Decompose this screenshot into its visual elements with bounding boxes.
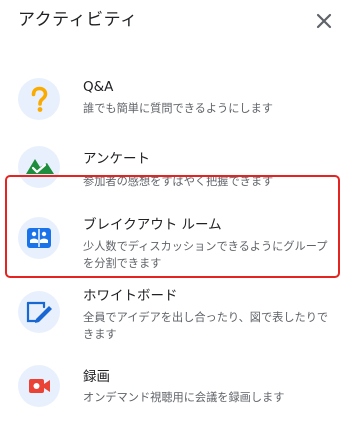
activity-recording[interactable]: 録画 オンデマンド視聴用に会議を録画します (0, 360, 349, 414)
activity-title: ブレイクアウト ルーム (83, 217, 222, 233)
activity-breakout-rooms[interactable]: ブレイクアウト ルーム 少人数でディスカッションできるようにグループを分割できま… (0, 178, 349, 276)
activity-title: アンケート (83, 151, 150, 167)
activity-icon-circle (18, 291, 60, 333)
activity-title: 録画 (83, 369, 110, 385)
record-icon (29, 379, 50, 393)
activity-whiteboard[interactable]: ホワイトボード 全員でアイデアを出し合ったり、図で表したりできます (0, 284, 349, 348)
close-button[interactable] (314, 11, 334, 31)
whiteboard-icon (26, 301, 52, 323)
activity-description: オンデマンド視聴用に会議を録画します (83, 391, 285, 404)
panel-title: アクティビティ (18, 10, 138, 30)
close-icon (316, 13, 332, 29)
activity-qa[interactable]: Q&A 誰でも簡単に質問できるようにします (0, 70, 349, 130)
breakout-rooms-icon (27, 228, 51, 248)
activity-icon-circle (18, 78, 60, 120)
activity-description: 全員でアイデアを出し合ったり、図で表したりできます (83, 311, 329, 341)
activity-title: Q&A (83, 79, 114, 95)
activity-description: 誰でも簡単に質問できるようにします (83, 102, 273, 115)
question-mark-icon (31, 86, 48, 112)
activities-panel: アクティビティ Q&A 誰でも簡単に質問できるようにします アンケート 参加者の… (0, 0, 349, 447)
activity-description: 少人数でディスカッションできるようにグループを分割できます (83, 240, 328, 270)
activity-icon-circle (18, 365, 60, 407)
activity-icon-circle (18, 217, 60, 259)
activity-title: ホワイトボード (83, 288, 178, 304)
